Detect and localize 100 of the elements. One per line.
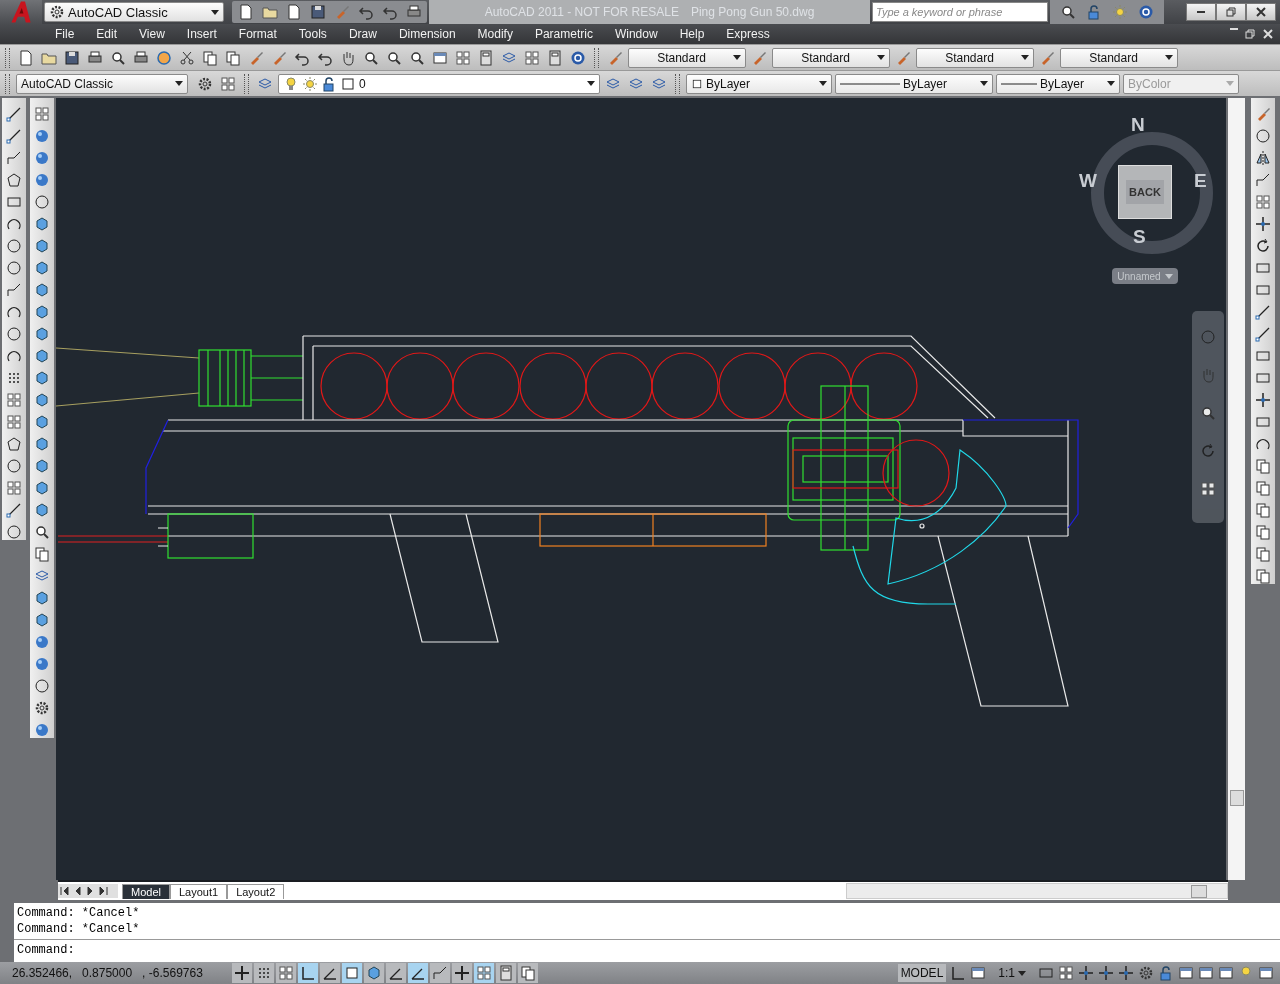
rectangle-button[interactable]: [1253, 282, 1273, 298]
workspace-dropdown[interactable]: AutoCAD Classic: [44, 2, 224, 22]
right-angle-icon[interactable]: [950, 965, 967, 981]
search-field[interactable]: Type a keyword or phrase: [872, 2, 1048, 22]
circle-button[interactable]: [4, 326, 24, 342]
menu-item[interactable]: Window: [614, 27, 658, 41]
rectangle-button[interactable]: [1253, 414, 1273, 430]
floppy-disk-button[interactable]: [308, 3, 327, 21]
layout-tab[interactable]: Layout2: [227, 883, 285, 899]
menu-item[interactable]: Edit: [96, 27, 118, 41]
grid-icon[interactable]: [1200, 481, 1216, 497]
menu-item[interactable]: Help: [679, 27, 705, 41]
grid-button[interactable]: [1253, 194, 1273, 210]
rectangle-icon[interactable]: [1038, 965, 1054, 981]
close-button[interactable]: [1246, 3, 1276, 21]
circle-button[interactable]: [4, 238, 24, 254]
circle-button[interactable]: [1253, 128, 1273, 144]
rectangle-button[interactable]: [1253, 370, 1273, 386]
menu-item[interactable]: Draw: [348, 27, 377, 41]
rectangle-button[interactable]: [1253, 260, 1273, 276]
linetype-dropdown[interactable]: ByLayer: [835, 73, 993, 94]
menu-item[interactable]: Tools: [298, 27, 327, 41]
layer-dropdown[interactable]: 0: [278, 73, 600, 94]
arc-button[interactable]: [4, 216, 24, 232]
vertical-scrollbar[interactable]: [1228, 98, 1245, 880]
close-icon[interactable]: [1262, 28, 1274, 40]
pages-button[interactable]: [1253, 480, 1273, 496]
scrollbar-thumb[interactable]: [1191, 885, 1207, 898]
style-dropdown[interactable]: Standard: [916, 47, 1034, 68]
mirror-button[interactable]: [1253, 150, 1273, 166]
menu-item[interactable]: File: [55, 27, 75, 41]
circle-button[interactable]: [32, 194, 52, 210]
cross-arrows-icon[interactable]: [1118, 965, 1134, 981]
grid-toggle[interactable]: [474, 963, 494, 983]
pages-button[interactable]: [1253, 546, 1273, 562]
cube-toggle[interactable]: [364, 963, 384, 983]
cross-arrows-button[interactable]: [1253, 392, 1273, 408]
crosshair-toggle[interactable]: [452, 963, 472, 983]
grid-toggle[interactable]: [276, 963, 296, 983]
menu-item[interactable]: Format: [238, 27, 277, 41]
cross-arrows-icon[interactable]: [1098, 965, 1114, 981]
pages-button[interactable]: [1253, 568, 1273, 584]
grid-button[interactable]: [4, 414, 24, 430]
cube-face[interactable]: BACK: [1118, 165, 1172, 219]
rectangle-button[interactable]: [4, 194, 24, 210]
padlock-icon[interactable]: [1158, 965, 1174, 981]
menu-item[interactable]: Dimension: [398, 27, 456, 41]
grid-icon[interactable]: [1058, 965, 1074, 981]
tab-navigation[interactable]: [58, 884, 118, 898]
menu-item[interactable]: Parametric: [534, 27, 593, 41]
circle-button[interactable]: [32, 678, 52, 694]
horizontal-scrollbar[interactable]: [846, 883, 1228, 899]
arc-button[interactable]: [4, 304, 24, 320]
pages-button[interactable]: [1253, 458, 1273, 474]
style-dropdown[interactable]: Standard: [628, 47, 746, 68]
polyline-toggle[interactable]: [430, 963, 450, 983]
crosshair-toggle[interactable]: [232, 963, 252, 983]
restore-button[interactable]: [1216, 3, 1246, 21]
polygon-button[interactable]: [4, 436, 24, 452]
arc-button[interactable]: [1253, 436, 1273, 452]
window-icon[interactable]: [1218, 965, 1234, 981]
padlock-icon[interactable]: [1086, 4, 1102, 20]
style-dropdown[interactable]: Standard: [1060, 47, 1178, 68]
circle-button[interactable]: [4, 524, 24, 540]
drawing-canvas[interactable]: N E S W BACK Unnamed: [56, 98, 1226, 880]
grid-button[interactable]: [4, 392, 24, 408]
circle-button[interactable]: [4, 260, 24, 276]
angle-toggle[interactable]: [320, 963, 340, 983]
window-icon[interactable]: [1258, 965, 1274, 981]
minimize-button[interactable]: [1186, 3, 1216, 21]
lineweight-dropdown[interactable]: ByLayer: [996, 73, 1120, 94]
menu-item[interactable]: Insert: [186, 27, 217, 41]
magnifier-icon[interactable]: [1200, 405, 1216, 421]
circle-button[interactable]: [4, 458, 24, 474]
calculator-toggle[interactable]: [496, 963, 516, 983]
style-dropdown[interactable]: Standard: [772, 47, 890, 68]
pages-toggle[interactable]: [518, 963, 538, 983]
view-cube[interactable]: N E S W BACK: [1079, 110, 1219, 250]
cross-arrows-button[interactable]: [1253, 216, 1273, 232]
model-space-button[interactable]: MODEL: [897, 964, 947, 982]
angle-toggle[interactable]: [386, 963, 406, 983]
right-angle-toggle[interactable]: [298, 963, 318, 983]
window-icon[interactable]: [1178, 965, 1194, 981]
menu-item[interactable]: Express: [726, 27, 770, 41]
grid-button[interactable]: [32, 106, 52, 122]
rectangle-button[interactable]: [1253, 348, 1273, 364]
window-icon[interactable]: [970, 965, 987, 981]
grid-button[interactable]: [4, 480, 24, 496]
pages-button[interactable]: [1253, 524, 1273, 540]
gear-icon[interactable]: [1138, 965, 1154, 981]
square-toggle[interactable]: [342, 963, 362, 983]
workspace-dropdown[interactable]: AutoCAD Classic: [16, 73, 188, 94]
polygon-button[interactable]: [4, 172, 24, 188]
layout-tab[interactable]: Layout1: [169, 883, 228, 899]
layout-tab[interactable]: Model: [122, 883, 170, 899]
dot-grid-toggle[interactable]: [254, 963, 274, 983]
help-icon[interactable]: [1138, 4, 1154, 20]
pages-button[interactable]: [1253, 502, 1273, 518]
color-dropdown[interactable]: ByLayer: [686, 73, 832, 94]
scrollbar-thumb[interactable]: [1230, 790, 1244, 806]
